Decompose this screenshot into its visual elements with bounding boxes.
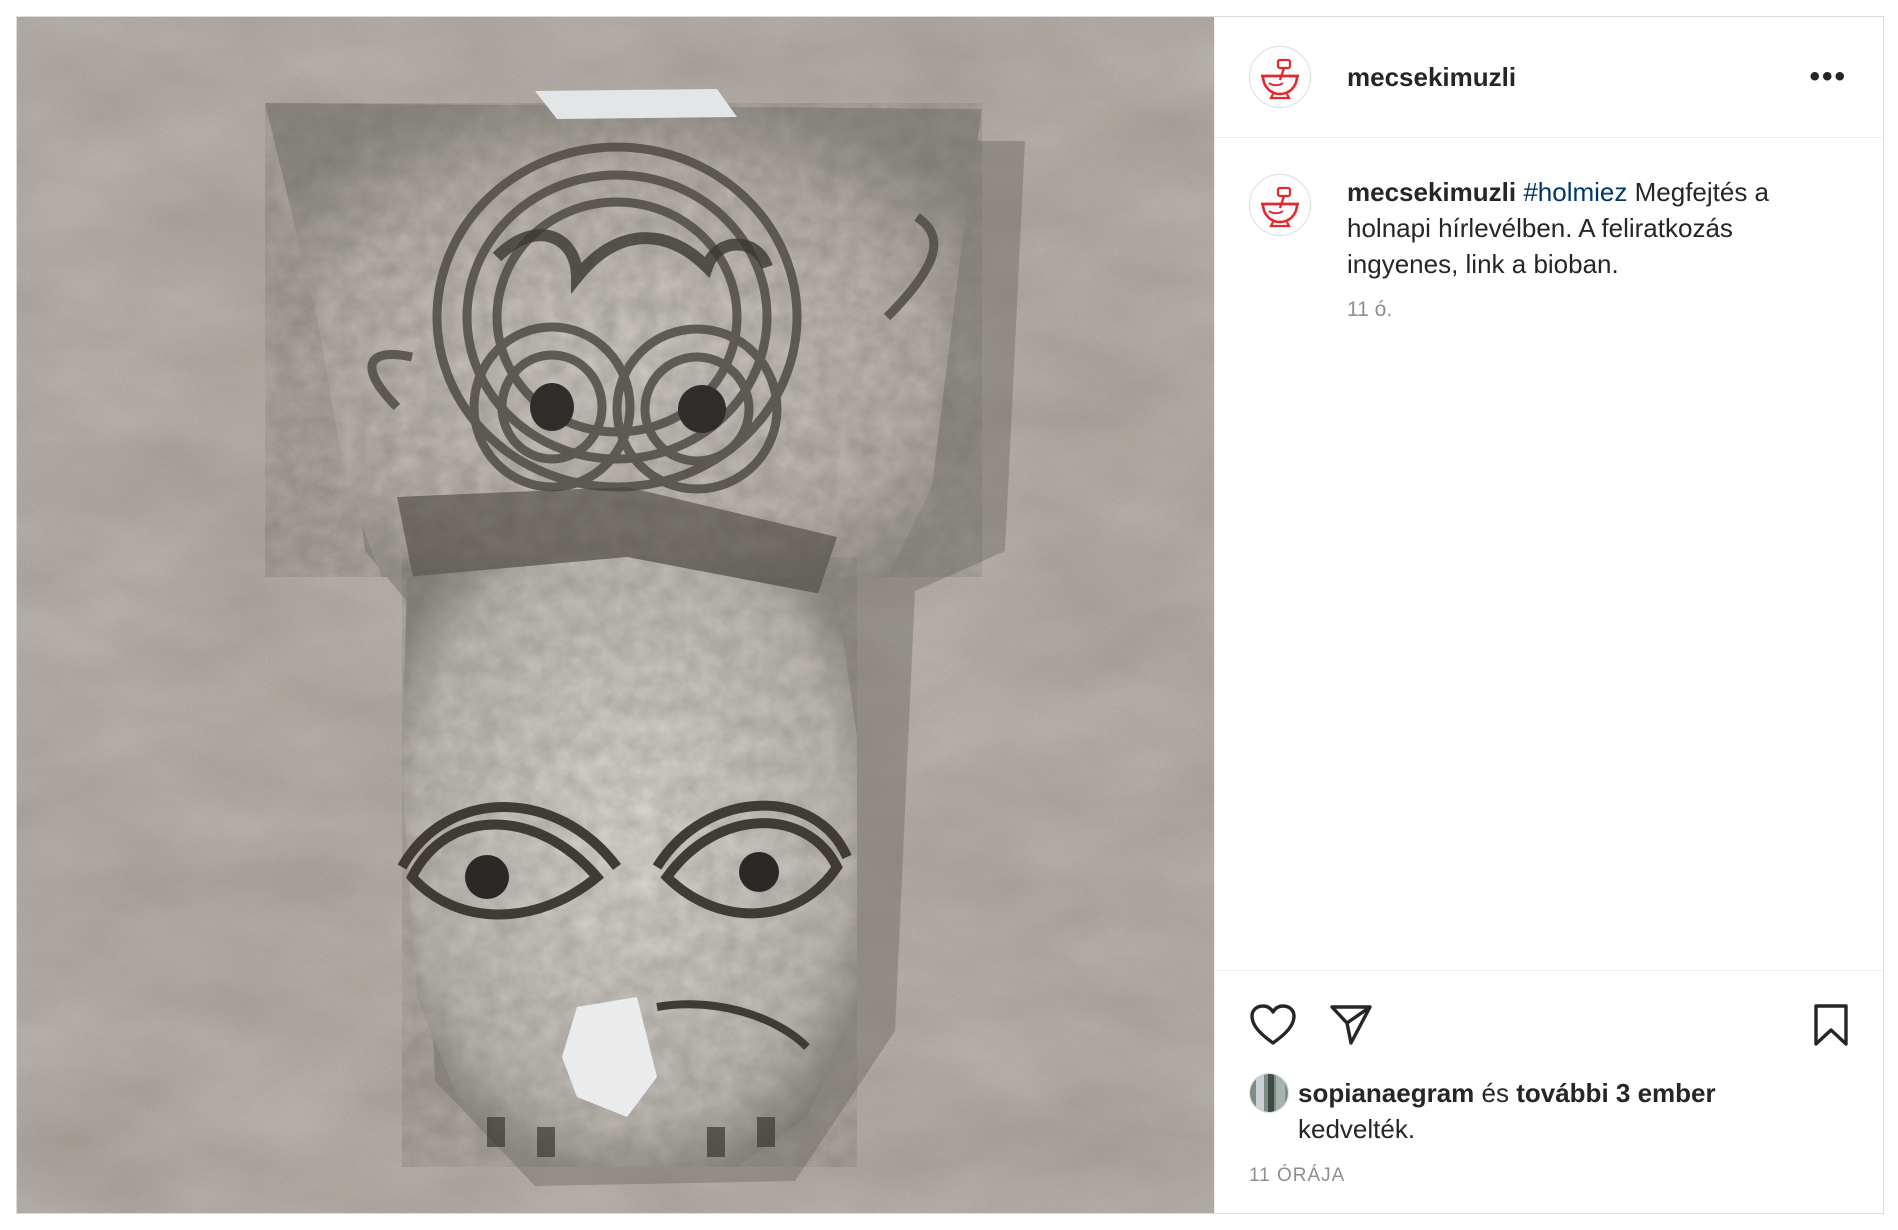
likes-connector: és bbox=[1474, 1078, 1517, 1108]
action-bar bbox=[1249, 995, 1849, 1055]
post-timestamp[interactable]: 11 ÓRÁJA bbox=[1249, 1165, 1849, 1187]
likes-suffix: kedvelték. bbox=[1298, 1114, 1416, 1144]
actions-area: sopianaegram és további 3 ember kedvelté… bbox=[1215, 970, 1883, 1213]
caption-body: mecsekimuzli #holmiez Megfejtés a holnap… bbox=[1347, 174, 1849, 322]
more-options-icon[interactable]: ••• bbox=[1809, 62, 1847, 92]
likes-row: sopianaegram és további 3 ember kedvelté… bbox=[1249, 1073, 1849, 1147]
caption-hashtag[interactable]: #holmiez bbox=[1523, 177, 1627, 207]
liker-avatar-image bbox=[1250, 1074, 1288, 1112]
post-image[interactable] bbox=[17, 17, 1214, 1213]
share-button[interactable] bbox=[1329, 1003, 1373, 1047]
post-header: mecsekimuzli ••• bbox=[1215, 17, 1883, 138]
caption-text: mecsekimuzli #holmiez Megfejtés a holnap… bbox=[1347, 174, 1849, 282]
caption-avatar[interactable] bbox=[1249, 174, 1311, 236]
liker-avatar[interactable] bbox=[1249, 1073, 1289, 1113]
soup-bowl-logo-icon bbox=[1261, 58, 1299, 100]
likes-text: sopianaegram és további 3 ember kedvelté… bbox=[1298, 1075, 1716, 1147]
likes-others-link[interactable]: további 3 ember bbox=[1516, 1078, 1715, 1108]
caption-time[interactable]: 11 ó. bbox=[1347, 298, 1849, 322]
soup-bowl-logo-icon bbox=[1261, 186, 1299, 228]
save-button[interactable] bbox=[1813, 1003, 1849, 1047]
profile-avatar[interactable] bbox=[1249, 46, 1311, 108]
caption-username[interactable]: mecsekimuzli bbox=[1347, 177, 1516, 207]
like-button[interactable] bbox=[1249, 1003, 1297, 1047]
paper-plane-icon bbox=[1330, 1005, 1372, 1045]
stone-carving-photo bbox=[17, 17, 1214, 1213]
bookmark-icon bbox=[1814, 1004, 1848, 1046]
header-username[interactable]: mecsekimuzli bbox=[1347, 62, 1516, 93]
heart-icon bbox=[1250, 1004, 1296, 1045]
caption-row: mecsekimuzli #holmiez Megfejtés a holnap… bbox=[1249, 174, 1849, 322]
post-container: mecsekimuzli ••• mecsekimuzli #holmiez M… bbox=[16, 16, 1884, 1214]
post-sidebar: mecsekimuzli ••• mecsekimuzli #holmiez M… bbox=[1214, 17, 1883, 1213]
liker-username[interactable]: sopianaegram bbox=[1298, 1078, 1474, 1108]
comments-area: mecsekimuzli #holmiez Megfejtés a holnap… bbox=[1215, 138, 1883, 970]
